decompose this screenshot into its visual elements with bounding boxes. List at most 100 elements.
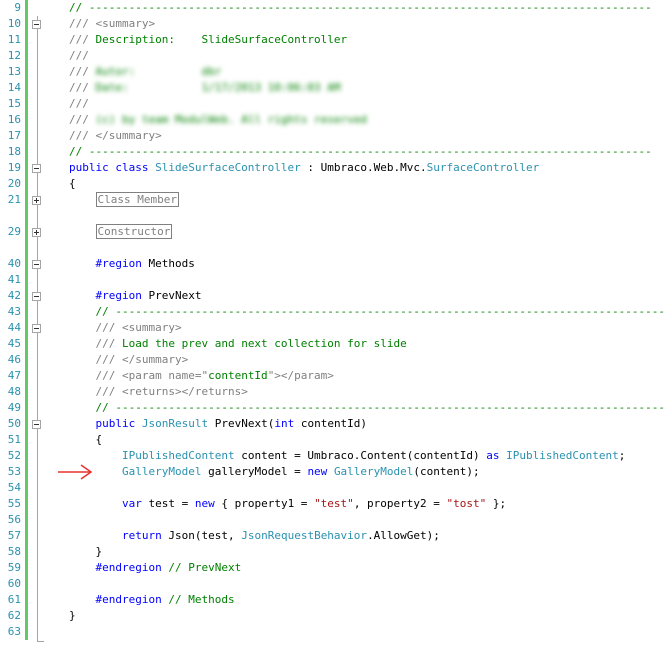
code-line[interactable]: 60 [0,576,666,592]
code-line[interactable]: 47 /// <param name="contentId"></param> [0,368,666,384]
change-indicator [25,336,28,352]
code-line[interactable]: 57 return Json(test, JsonRequestBehavior… [0,528,666,544]
code-line[interactable]: 49 // ----------------------------------… [0,400,666,416]
code-line[interactable]: 51 { [0,432,666,448]
code-line[interactable]: 46 /// </summary> [0,352,666,368]
code-line[interactable]: 29 Constructor [0,224,666,240]
code-line[interactable]: 21 Class Member [0,192,666,208]
code-line[interactable]: 20 { [0,176,666,192]
change-indicator [25,80,28,96]
expand-plus-icon[interactable] [32,228,41,237]
change-indicator [25,528,28,544]
code-token: (c) by team ModulWeb. All rights reserve… [95,113,368,126]
code-line[interactable]: 18 // -----------------------------------… [0,144,666,160]
collapse-minus-icon[interactable] [32,420,41,429]
code-token: galleryModel = [201,465,308,478]
code-text: // -------------------------------------… [69,145,652,158]
code-line[interactable]: 42 #region PrevNext [0,288,666,304]
change-indicator [25,480,28,496]
code-line[interactable]: 62} [0,608,666,624]
code-token: content = Umbraco.Content(contentId) [234,449,487,462]
line-number: 46 [7,353,21,366]
code-line[interactable]: 11 /// Description: SlideSurfaceControlle… [0,32,666,48]
change-indicator [25,176,28,192]
code-token: <summary> [95,17,156,30]
change-indicator [25,128,28,144]
line-number: 10 [7,17,21,30]
code-token: /// [69,385,122,398]
code-text: Constructor [69,224,173,239]
change-indicator [25,464,28,480]
code-line[interactable]: 15 /// [0,96,666,112]
line-number: 16 [7,113,21,126]
code-token: SlideSurfaceController [155,161,301,174]
code-token: /// [69,321,122,334]
change-indicator [25,560,28,576]
line-number: 42 [7,289,21,302]
code-line[interactable]: 59 #endregion // PrevNext [0,560,666,576]
code-line[interactable] [0,240,666,256]
code-line[interactable]: 9 // ------------------------------------… [0,0,666,16]
code-line[interactable]: 45 /// Load the prev and next collection… [0,336,666,352]
code-line[interactable]: 55 var test = new { property1 = "test", … [0,496,666,512]
code-text: public JsonResult PrevNext(int contentId… [69,417,367,430]
code-line[interactable]: 50 public JsonResult PrevNext(int conten… [0,416,666,432]
line-number: 61 [7,593,21,606]
collapse-minus-icon[interactable] [32,20,41,29]
code-line[interactable]: 16 /// (c) by team ModulWeb. All rights r… [0,112,666,128]
code-token: PrevNext [141,289,202,302]
code-line[interactable]: 43 // ----------------------------------… [0,304,666,320]
code-line[interactable]: 48 /// <returns></returns> [0,384,666,400]
collapse-minus-icon[interactable] [32,260,41,269]
code-line[interactable]: 44 /// <summary> [0,320,666,336]
code-token: GalleryModel [121,465,202,478]
code-token: int [274,417,295,430]
code-token: Methods [141,257,195,270]
code-token: "></param> [267,369,334,382]
code-line[interactable]: 53 GalleryModel galleryModel = new Galle… [0,464,666,480]
code-line[interactable]: 13 /// Autor: dbr [0,64,666,80]
code-token: // -------------------------------------… [69,305,666,318]
change-indicator [25,608,28,624]
expand-plus-icon[interactable] [32,196,41,205]
code-token: /// [69,33,96,46]
line-number: 50 [7,417,21,430]
code-line[interactable]: 14 /// Date: 1/17/2013 10:06:03 AM [0,80,666,96]
code-text: { [69,177,76,190]
code-text: Class Member [69,192,179,207]
code-line[interactable]: 12 /// [0,48,666,64]
code-line[interactable] [0,208,666,224]
code-text: } [69,545,102,558]
red-arrow-annotation [58,464,93,480]
code-line[interactable]: 63 [0,624,666,640]
line-number: 29 [7,225,21,238]
code-line[interactable]: 40 #region Methods [0,256,666,272]
collapse-minus-icon[interactable] [32,164,41,173]
code-line[interactable]: 54 [0,480,666,496]
code-line[interactable]: 10 /// <summary> [0,16,666,32]
collapsed-region-label[interactable]: Constructor [95,224,173,239]
change-indicator [25,192,28,208]
code-token: /// [69,353,122,366]
code-token: Date: 1/17/2013 10:06:03 AM [95,81,341,94]
collapse-minus-icon[interactable] [32,324,41,333]
code-line[interactable]: 56 [0,512,666,528]
line-number: 12 [7,49,21,62]
collapsed-region-label[interactable]: Class Member [95,192,179,207]
code-line[interactable]: 19 public class SlideSurfaceController : … [0,160,666,176]
code-editor[interactable]: 9 // ------------------------------------… [0,0,666,647]
code-line[interactable]: 41 [0,272,666,288]
code-line[interactable]: 61 #endregion // Methods [0,592,666,608]
code-token: GalleryModel [333,465,414,478]
code-line[interactable]: 58 } [0,544,666,560]
change-indicator [25,400,28,416]
code-line[interactable]: 17 /// </summary> [0,128,666,144]
line-number: 21 [7,193,21,206]
collapse-minus-icon[interactable] [32,292,41,301]
code-line[interactable]: 52 IPublishedContent content = Umbraco.C… [0,448,666,464]
line-number: 14 [7,81,21,94]
code-token: IPublishedContent [506,449,619,462]
